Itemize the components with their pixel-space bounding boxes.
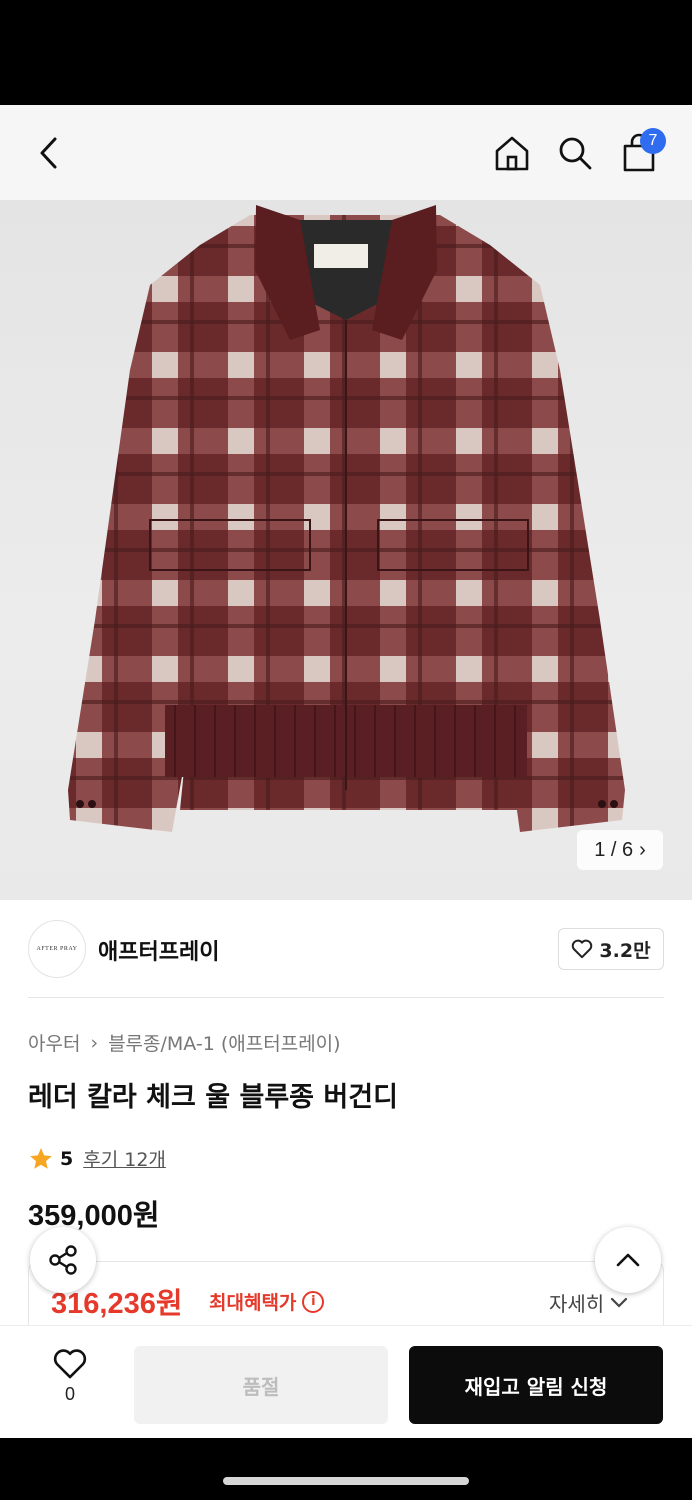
wishlist-count: 0: [64, 1384, 75, 1404]
benefit-label: 최대혜택가: [209, 1292, 297, 1314]
back-icon: [40, 137, 57, 169]
breadcrumb-separator-icon: ›: [90, 1031, 99, 1054]
home-icon: [495, 136, 529, 171]
benefit-detail-button[interactable]: 자세히: [549, 1288, 628, 1317]
soldout-button: 품절: [134, 1346, 388, 1424]
chevron-down-icon: [611, 1297, 628, 1308]
back-button[interactable]: [26, 130, 72, 176]
info-icon: i: [302, 1290, 325, 1313]
rating-value: 5: [60, 1147, 74, 1170]
product-page: 7 1 / 6 › AFTER PRAY 애프터프레이 3.2만 아우터 › 블…: [0, 105, 692, 1438]
chevron-right-icon: ›: [639, 838, 646, 861]
chevron-up-icon: [616, 1253, 640, 1267]
share-button[interactable]: [30, 1227, 96, 1293]
rating-row: 5 후기 12개: [28, 1145, 166, 1172]
search-button[interactable]: [552, 130, 598, 176]
brand-like-count: 3.2만: [599, 939, 651, 962]
brand-logo[interactable]: AFTER PRAY: [28, 920, 86, 978]
breadcrumb-category[interactable]: 아우터: [28, 1029, 80, 1056]
home-indicator[interactable]: [223, 1477, 469, 1485]
bottom-action-bar: 0 품절 재입고 알림 신청: [0, 1325, 692, 1438]
brand-like-button[interactable]: 3.2만: [558, 928, 664, 970]
product-price: 359,000원: [28, 1200, 160, 1232]
benefit-detail-label: 자세히: [549, 1292, 605, 1316]
cart-button[interactable]: 7: [616, 128, 666, 176]
review-link[interactable]: 후기 12개: [83, 1145, 166, 1172]
star-icon: [30, 1147, 52, 1169]
brand-row[interactable]: AFTER PRAY 애프터프레이 3.2만: [28, 920, 664, 986]
heart-icon: [572, 939, 593, 959]
product-image-carousel[interactable]: 1 / 6 ›: [0, 200, 692, 900]
status-bar: [0, 0, 692, 105]
cart-count-badge: 7: [640, 128, 666, 154]
benefit-label-group[interactable]: 최대혜택가 i: [209, 1288, 325, 1315]
image-counter-text: 1 / 6: [594, 838, 634, 861]
home-indicator-area: [0, 1438, 692, 1500]
restock-alert-button[interactable]: 재입고 알림 신청: [409, 1346, 663, 1424]
heart-icon: [53, 1349, 87, 1379]
image-counter[interactable]: 1 / 6 ›: [577, 830, 663, 870]
search-icon: [559, 137, 592, 170]
top-nav: 7: [0, 105, 692, 200]
breadcrumb-subcategory[interactable]: 블루종/MA-1 (애프터프레이): [108, 1029, 341, 1056]
wishlist-button[interactable]: 0: [40, 1348, 100, 1418]
scroll-top-button[interactable]: [595, 1227, 661, 1293]
breadcrumb: 아우터 › 블루종/MA-1 (애프터프레이): [28, 1029, 341, 1056]
divider: [28, 997, 664, 998]
product-title: 레더 칼라 체크 울 블루종 버건디: [28, 1082, 398, 1113]
brand-name[interactable]: 애프터프레이: [98, 934, 219, 966]
share-icon: [49, 1245, 77, 1275]
home-button[interactable]: [489, 130, 535, 176]
jacket-image: [68, 205, 625, 832]
